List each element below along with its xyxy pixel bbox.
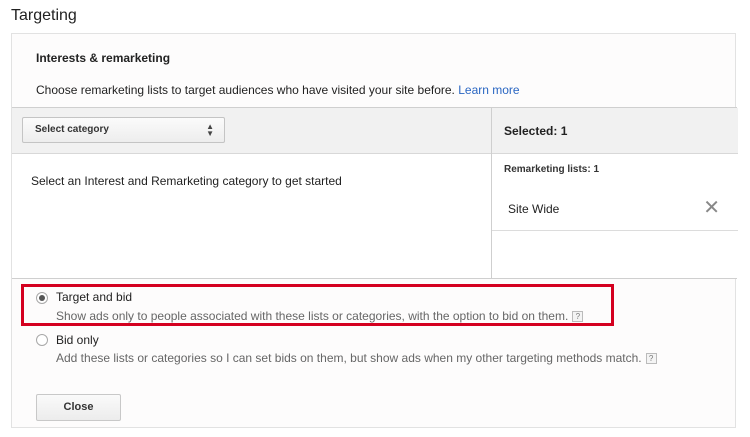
empty-message: Select an Interest and Remarketing categ… bbox=[31, 174, 342, 188]
category-panel: Select category ▲ ▼ Select an Interest an… bbox=[12, 107, 738, 279]
updown-arrows-icon: ▲ ▼ bbox=[206, 122, 214, 138]
list-item-name: Site Wide bbox=[508, 202, 560, 216]
bid-only-description: Add these lists or categories so I can s… bbox=[56, 351, 657, 365]
selected-count: Selected: 1 bbox=[492, 108, 738, 154]
bid-only-label[interactable]: Bid only bbox=[56, 333, 99, 347]
help-icon[interactable]: ? bbox=[645, 353, 657, 364]
remove-icon[interactable]: ✕ bbox=[703, 197, 720, 219]
interests-remarketing-card: Interests & remarketing Choose remarketi… bbox=[11, 33, 738, 428]
selected-list-item: Site Wide ✕ bbox=[492, 189, 738, 231]
bid-only-description-text: Add these lists or categories so I can s… bbox=[56, 351, 642, 365]
learn-more-link[interactable]: Learn more bbox=[458, 83, 519, 97]
section-description: Choose remarketing lists to target audie… bbox=[36, 83, 520, 97]
close-button[interactable]: Close bbox=[36, 394, 121, 421]
category-header: Select category ▲ ▼ bbox=[12, 108, 491, 154]
category-select-label: Select category bbox=[35, 124, 109, 135]
section-heading: Interests & remarketing bbox=[36, 51, 171, 65]
selection-panel: Selected: 1 Remarketing lists: 1 Site Wi… bbox=[491, 108, 738, 278]
description-text: Choose remarketing lists to target audie… bbox=[36, 83, 455, 97]
category-select[interactable]: Select category ▲ ▼ bbox=[22, 117, 225, 143]
page-title: Targeting bbox=[11, 7, 77, 24]
highlight-box bbox=[21, 284, 614, 326]
remarketing-lists-label: Remarketing lists: 1 bbox=[504, 164, 600, 175]
bid-only-radio[interactable] bbox=[36, 334, 48, 346]
